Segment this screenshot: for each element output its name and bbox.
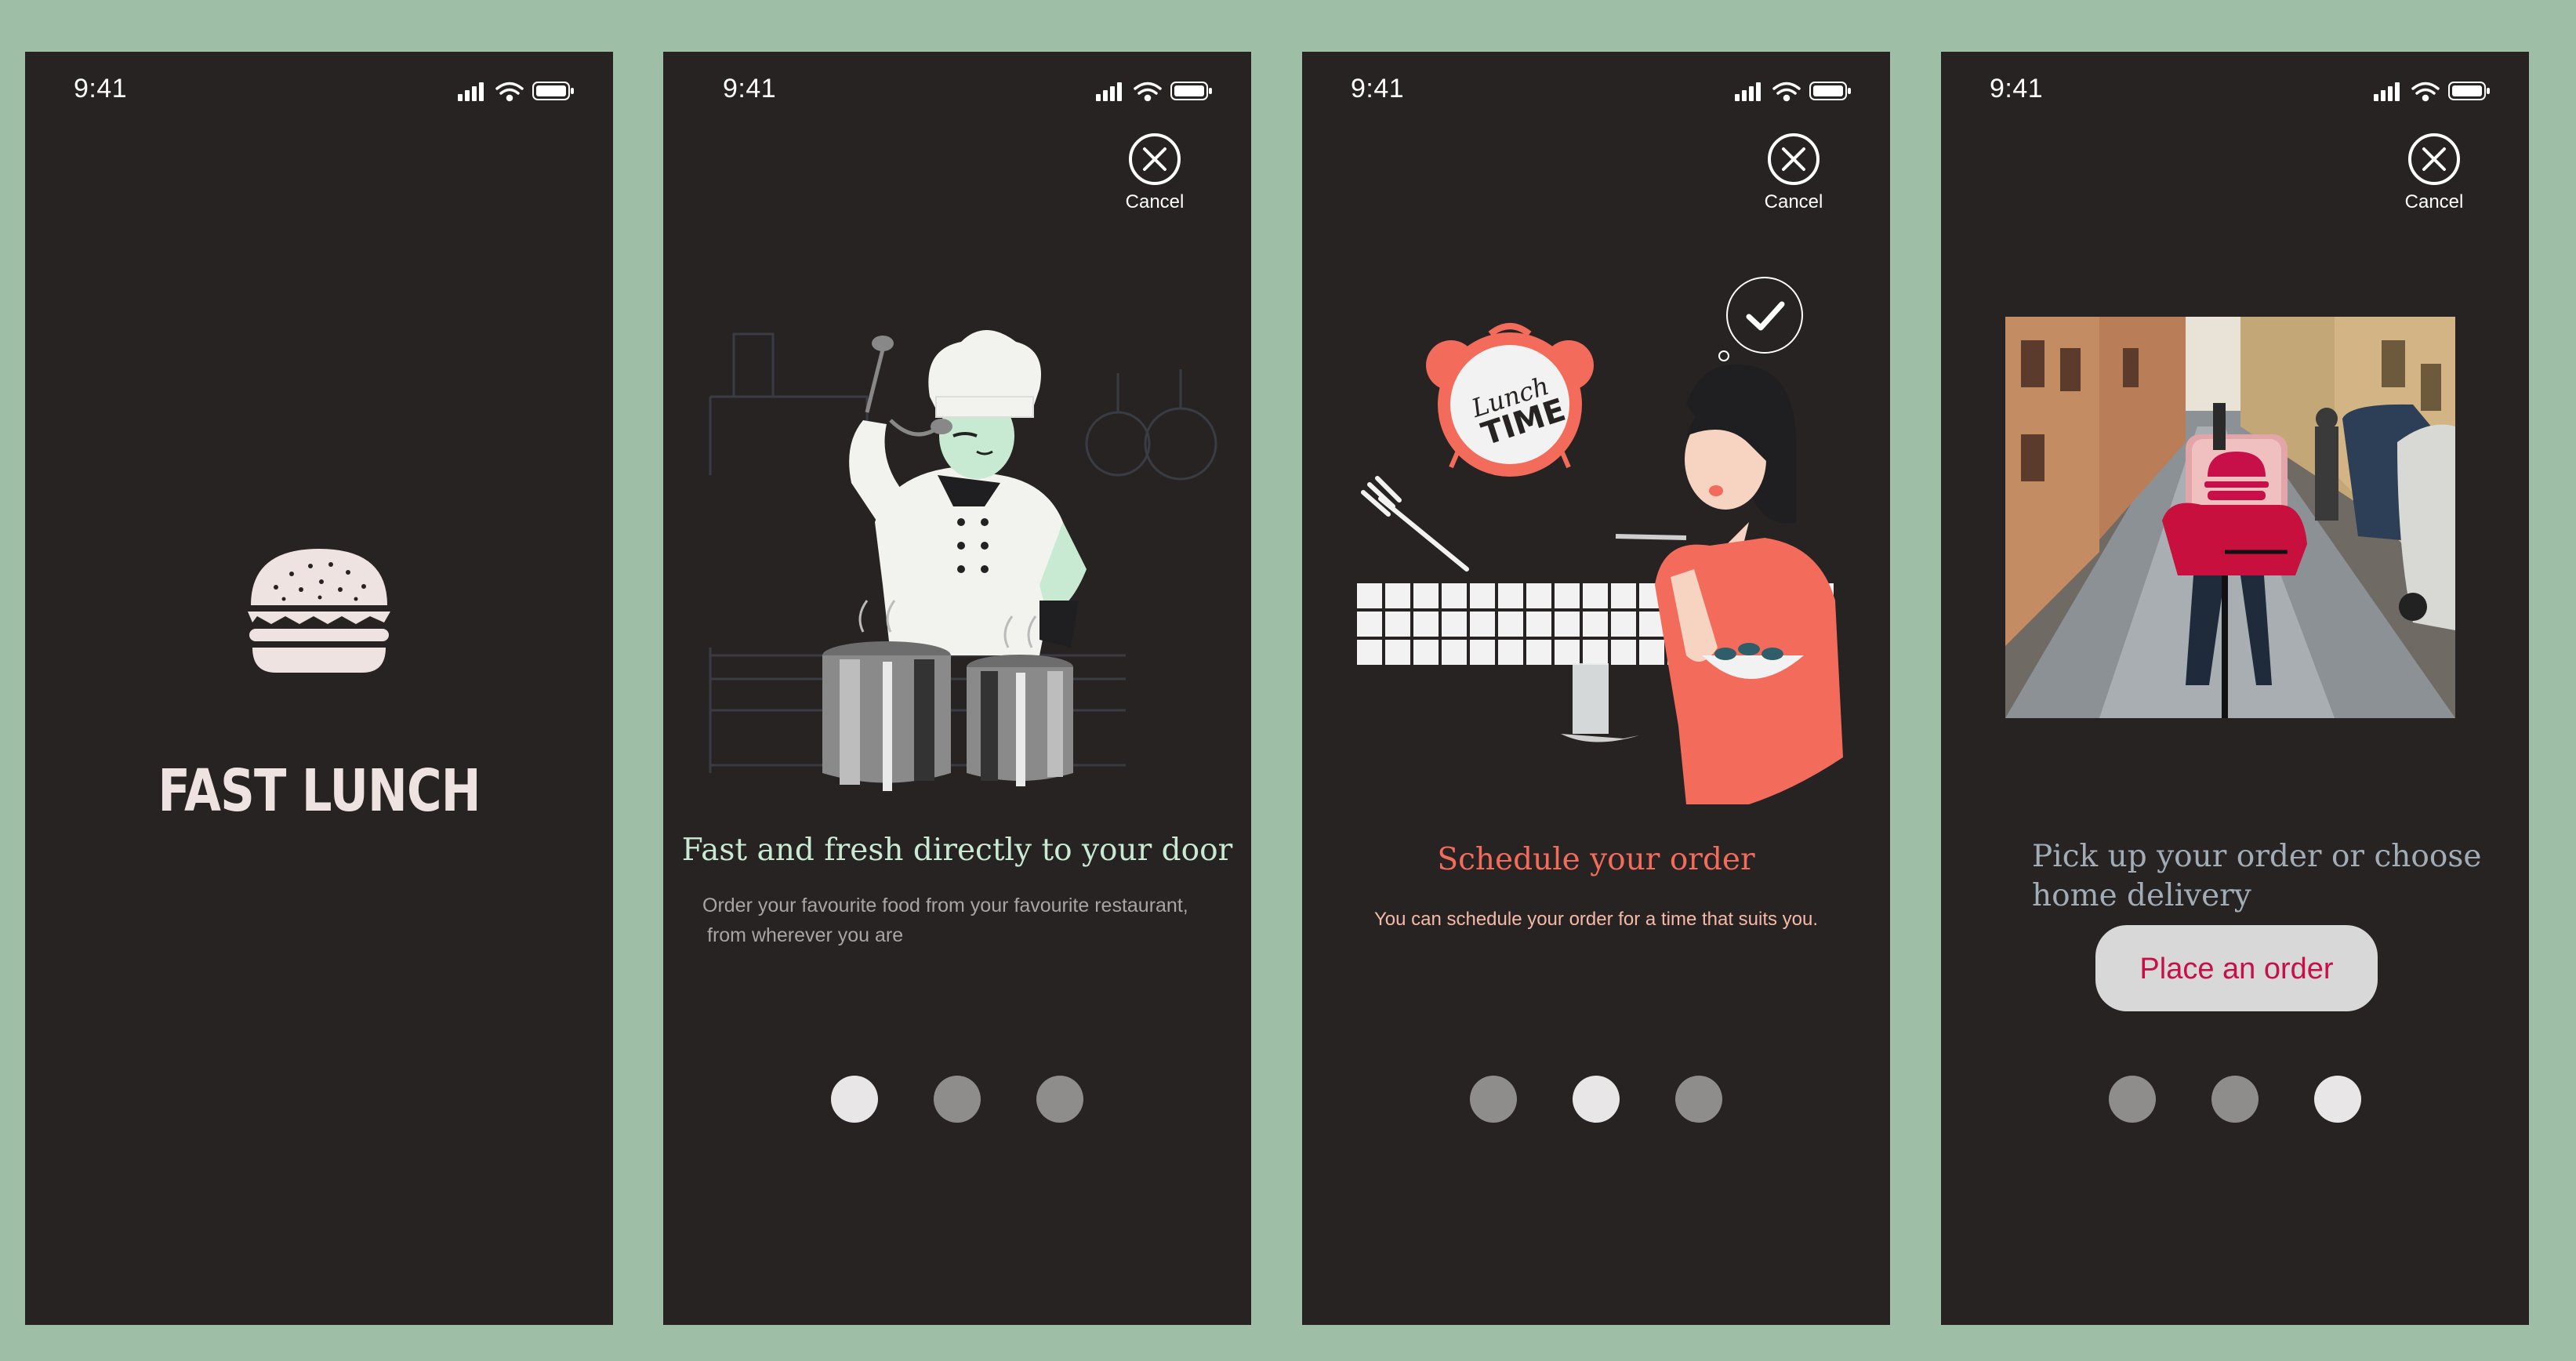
page-dot[interactable] <box>831 1076 878 1123</box>
slide-title: Schedule your order <box>1437 842 1755 877</box>
page-dot[interactable] <box>1470 1076 1517 1123</box>
status-bar: 9:41 <box>25 52 613 130</box>
signal-icon <box>2374 82 2400 101</box>
wall-tile <box>1583 612 1608 637</box>
battery-icon <box>2448 82 2490 100</box>
title-line: Pick up your order or choose <box>2032 839 2482 874</box>
wifi-icon <box>1134 82 1162 102</box>
battery-icon <box>1170 82 1212 100</box>
chef-illustration <box>709 330 1217 791</box>
wall-tile <box>1498 640 1523 665</box>
wall-tile <box>1555 612 1580 637</box>
wall-tile <box>1357 583 1382 608</box>
wall-tile <box>1498 612 1523 637</box>
slide-description: Order your favourite food from your favo… <box>702 891 1188 950</box>
wall-tile <box>1611 612 1636 637</box>
wall-tile <box>1555 583 1580 608</box>
splash-screen: 9:41 FAST LUNCH <box>25 52 613 1325</box>
wall-tile <box>1639 640 1664 665</box>
wall-tile <box>1413 640 1439 665</box>
page-indicator <box>1302 1076 1890 1124</box>
cancel-button[interactable]: Cancel <box>1758 132 1829 213</box>
page-dot[interactable] <box>1573 1076 1620 1123</box>
page-dot[interactable] <box>2314 1076 2361 1123</box>
wall-tile <box>1385 640 1410 665</box>
status-icons <box>458 82 574 102</box>
wall-tile <box>1442 640 1467 665</box>
status-time: 9:41 <box>74 74 128 103</box>
status-time: 9:41 <box>1351 74 1405 103</box>
status-bar: 9:41 <box>1941 52 2529 130</box>
signal-icon <box>458 82 484 101</box>
description-line: Order your favourite food from your favo… <box>702 895 1188 916</box>
status-time: 9:41 <box>723 74 777 103</box>
page-dot[interactable] <box>934 1076 981 1123</box>
wall-tile <box>1442 583 1467 608</box>
wall-tile <box>1385 612 1410 637</box>
wall-tile <box>1357 640 1382 665</box>
title-line: home delivery <box>2032 878 2251 913</box>
wall-tile <box>1526 640 1551 665</box>
close-icon <box>1768 133 1820 185</box>
page-dot[interactable] <box>1036 1076 1083 1123</box>
wall-tile <box>1498 583 1523 608</box>
burger-icon <box>248 549 390 673</box>
wall-tile <box>1413 583 1439 608</box>
wall-tile <box>1470 640 1495 665</box>
burger-icon <box>2204 452 2269 500</box>
cancel-button[interactable]: Cancel <box>1119 132 1190 213</box>
place-order-button[interactable]: Place an order <box>2095 925 2378 1011</box>
status-icons <box>2374 82 2490 102</box>
wifi-icon <box>2411 82 2440 102</box>
status-icons <box>1735 82 1851 102</box>
battery-icon <box>532 82 574 100</box>
slide-description: You can schedule your order for a time t… <box>1302 905 1890 935</box>
wall-tile <box>1611 640 1636 665</box>
slide-title: Pick up your order or choose home delive… <box>2032 837 2529 916</box>
delivery-photo <box>2005 317 2455 718</box>
wall-tile <box>1413 612 1439 637</box>
wall-tile <box>1526 612 1551 637</box>
page-indicator <box>663 1076 1251 1124</box>
onboarding-screen-1: 9:41 Cancel Fast and fresh directly to y… <box>663 52 1251 1325</box>
onboarding-screen-2: 9:41 Cancel Lunch TIME Schedule your ord… <box>1302 52 1890 1325</box>
description-line: You can schedule your order for a time t… <box>1373 909 1819 930</box>
cancel-button[interactable]: Cancel <box>2399 132 2469 213</box>
wall-tile <box>1583 640 1608 665</box>
page-dot[interactable] <box>2109 1076 2156 1123</box>
wifi-icon <box>1772 82 1801 102</box>
page-dot[interactable] <box>1675 1076 1722 1123</box>
wall-tile <box>1385 583 1410 608</box>
wall-tile <box>1555 640 1580 665</box>
cancel-label: Cancel <box>1125 191 1185 212</box>
onboarding-screen-3: 9:41 Cancel Pick up your order or choose… <box>1941 52 2529 1325</box>
wall-tile <box>1470 583 1495 608</box>
close-icon <box>1129 133 1181 185</box>
page-indicator <box>1941 1076 2529 1124</box>
wifi-icon <box>495 82 524 102</box>
cancel-label: Cancel <box>1764 191 1823 212</box>
status-bar: 9:41 <box>663 52 1251 130</box>
status-time: 9:41 <box>1990 74 2044 103</box>
signal-icon <box>1096 82 1122 101</box>
wall-tile <box>1442 612 1467 637</box>
wall-tile <box>1357 612 1382 637</box>
slide-title: Fast and fresh directly to your door <box>681 833 1233 868</box>
description-line: from wherever you are <box>707 924 904 946</box>
brand-title: FAST LUNCH <box>158 757 481 825</box>
wall-tile <box>1611 583 1636 608</box>
wall-tile <box>1526 583 1551 608</box>
lunch-illustration: Lunch TIME <box>1357 323 1843 804</box>
cancel-label: Cancel <box>2404 191 2464 212</box>
status-icons <box>1096 82 1212 102</box>
wall-tile <box>1470 612 1495 637</box>
page-dot[interactable] <box>2211 1076 2259 1123</box>
close-icon <box>2408 133 2460 185</box>
status-bar: 9:41 <box>1302 52 1890 130</box>
battery-icon <box>1809 82 1851 100</box>
wall-tile <box>1583 583 1608 608</box>
signal-icon <box>1735 82 1761 101</box>
